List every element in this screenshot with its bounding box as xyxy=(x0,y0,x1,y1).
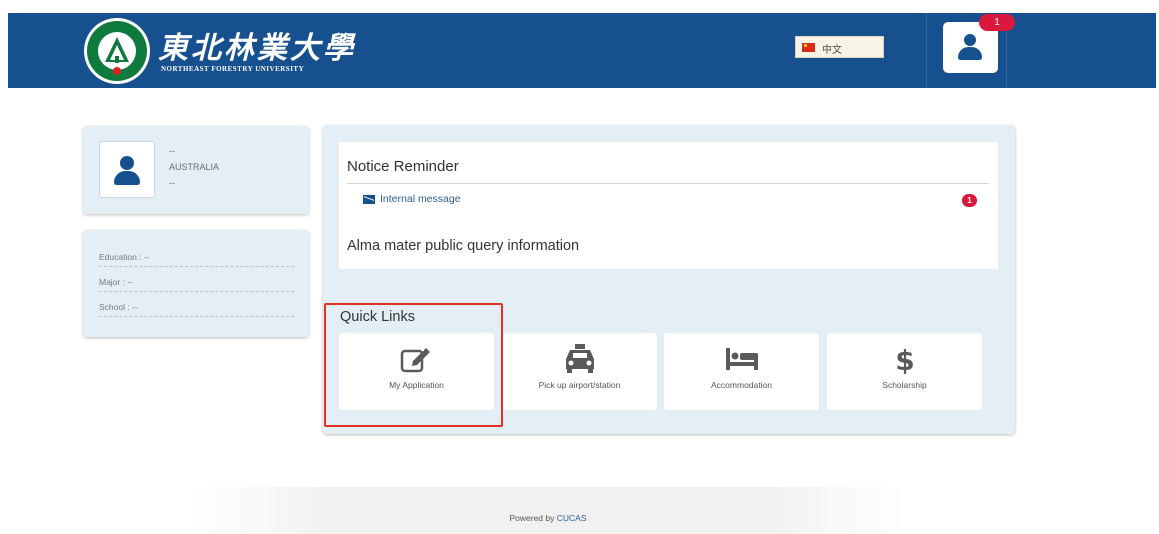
seal-red-dot xyxy=(113,67,121,75)
language-switch-button[interactable]: 中文 xyxy=(795,36,884,58)
quick-link-label: Pick up airport/station xyxy=(538,380,621,390)
bed-icon xyxy=(726,348,758,370)
profile-name: -- xyxy=(169,146,175,156)
taxi-icon xyxy=(566,344,594,373)
footer-text: Powered by CUCAS xyxy=(190,513,906,523)
education-info-card: Education : -- Major : -- School : -- xyxy=(83,230,309,337)
header-divider xyxy=(926,13,927,88)
dollar-icon: $ xyxy=(895,344,914,374)
internal-message-link[interactable]: Internal message xyxy=(380,193,461,205)
university-name-english: NORTHEAST FORESTRY UNIVERSITY xyxy=(161,65,305,73)
education-field: Education : -- xyxy=(99,252,294,267)
quick-link-label: Scholarship xyxy=(882,380,927,390)
quick-link-label: Accommodation xyxy=(711,380,772,390)
university-seal-logo[interactable] xyxy=(84,18,150,84)
alma-mater-query-title: Alma mater public query information xyxy=(347,238,580,254)
profile-extra: -- xyxy=(169,178,175,188)
university-name-chinese: 東北林業大學 xyxy=(158,31,356,66)
china-flag-icon xyxy=(802,43,815,52)
highlight-box xyxy=(324,303,503,427)
quick-link-pickup[interactable]: Pick up airport/station xyxy=(502,333,657,410)
svg-text:$: $ xyxy=(895,344,914,374)
quick-link-scholarship[interactable]: $ Scholarship xyxy=(827,333,982,410)
footer-brand-link[interactable]: CUCAS xyxy=(557,513,587,523)
language-label: 中文 xyxy=(822,45,842,56)
user-icon-body xyxy=(958,47,982,60)
quick-link-accommodation[interactable]: Accommodation xyxy=(664,333,819,410)
major-field: Major : -- xyxy=(99,277,294,292)
notice-reminder-title: Notice Reminder xyxy=(347,158,459,175)
divider xyxy=(347,183,989,184)
user-icon-head xyxy=(120,156,134,170)
user-icon-body xyxy=(114,171,140,185)
notification-badge[interactable]: 1 xyxy=(979,14,1015,31)
school-field: School : -- xyxy=(99,302,294,317)
user-icon-head xyxy=(964,34,976,46)
footer-prefix: Powered by xyxy=(509,513,555,523)
tree-emblem-icon xyxy=(105,37,129,63)
footer: Powered by CUCAS xyxy=(190,487,906,534)
notice-reminder-box: Notice Reminder Internal message 1 Alma … xyxy=(339,142,998,269)
envelope-icon[interactable] xyxy=(363,195,375,204)
message-count-badge: 1 xyxy=(962,194,977,207)
profile-country: AUSTRALIA xyxy=(169,162,220,172)
profile-card: -- AUSTRALIA -- xyxy=(83,126,309,214)
profile-avatar[interactable] xyxy=(99,141,155,198)
